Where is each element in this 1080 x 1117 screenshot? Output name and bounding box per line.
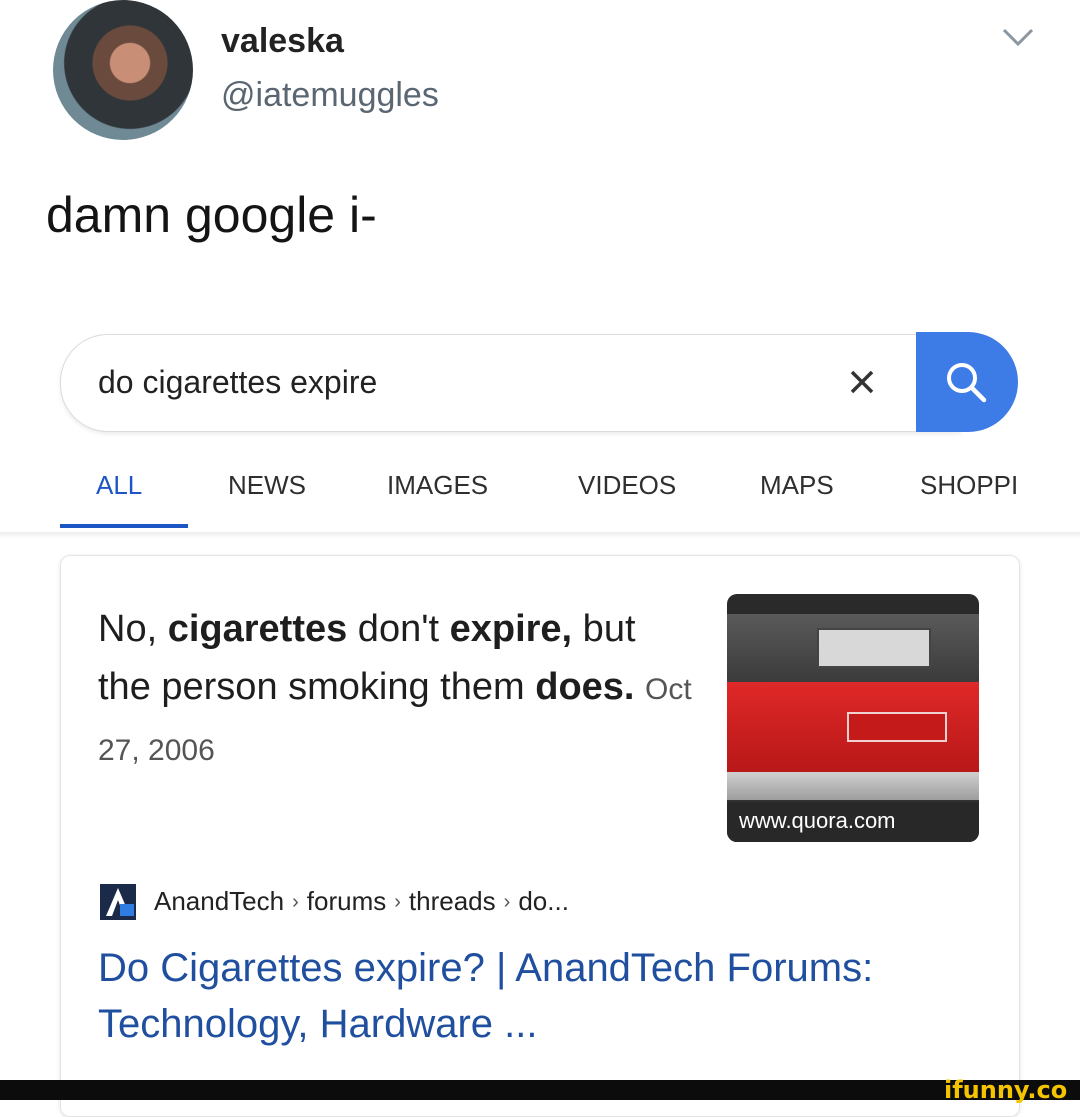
breadcrumb: AnandTech › forums › threads › do... xyxy=(154,886,569,917)
search-button[interactable] xyxy=(916,332,1018,432)
tab-news[interactable]: NEWS xyxy=(228,470,306,501)
breadcrumb-separator: › xyxy=(394,891,401,913)
breadcrumb-separator: › xyxy=(292,891,299,913)
avatar[interactable] xyxy=(53,0,193,140)
tab-maps[interactable]: MAPS xyxy=(760,470,834,501)
answer-highlight: does. xyxy=(535,666,635,708)
tab-videos[interactable]: VIDEOS xyxy=(578,470,676,501)
search-icon xyxy=(947,363,987,403)
result-title-link[interactable]: Do Cigarettes expire? | AnandTech Forums… xyxy=(98,940,978,1052)
breadcrumb-item: threads xyxy=(408,886,496,916)
anandtech-logo-icon xyxy=(100,884,136,920)
breadcrumb-source: AnandTech xyxy=(154,886,285,916)
tweet-text: damn google i- xyxy=(46,187,377,243)
thumbnail-pack-bottom xyxy=(727,772,979,802)
answer-part: don't xyxy=(347,608,450,650)
tab-all[interactable]: ALL xyxy=(96,470,142,501)
thumbnail-label xyxy=(817,628,931,668)
active-tab-indicator xyxy=(60,524,188,528)
tab-images[interactable]: IMAGES xyxy=(387,470,488,501)
thumbnail-brand-mark xyxy=(847,712,947,742)
answer-highlight: expire, xyxy=(449,608,573,650)
answer-part: No, xyxy=(98,608,168,650)
search-input[interactable] xyxy=(98,358,798,406)
answer-highlight: cigarettes xyxy=(167,608,348,650)
tab-shopping[interactable]: SHOPPI xyxy=(920,470,1018,501)
footer-bar xyxy=(0,1080,1080,1100)
user-handle[interactable]: @iatemuggles xyxy=(221,76,439,115)
chevron-down-icon[interactable] xyxy=(1000,26,1036,50)
thumbnail-caption: www.quora.com xyxy=(727,800,979,842)
thumbnail-caption-text: www.quora.com xyxy=(739,808,896,833)
breadcrumb-item: do... xyxy=(518,886,569,916)
close-icon[interactable] xyxy=(842,362,882,402)
result-thumbnail[interactable]: www.quora.com xyxy=(727,594,979,842)
breadcrumb-item: forums xyxy=(306,886,387,916)
breadcrumb-separator: › xyxy=(503,891,511,913)
thumbnail-pack-top xyxy=(727,614,979,684)
user-name[interactable]: valeska xyxy=(221,22,344,61)
thumbnail-pack-middle xyxy=(727,682,979,772)
answer-text: No, cigarettes don't expire, but the per… xyxy=(98,600,698,780)
divider xyxy=(0,532,1080,538)
